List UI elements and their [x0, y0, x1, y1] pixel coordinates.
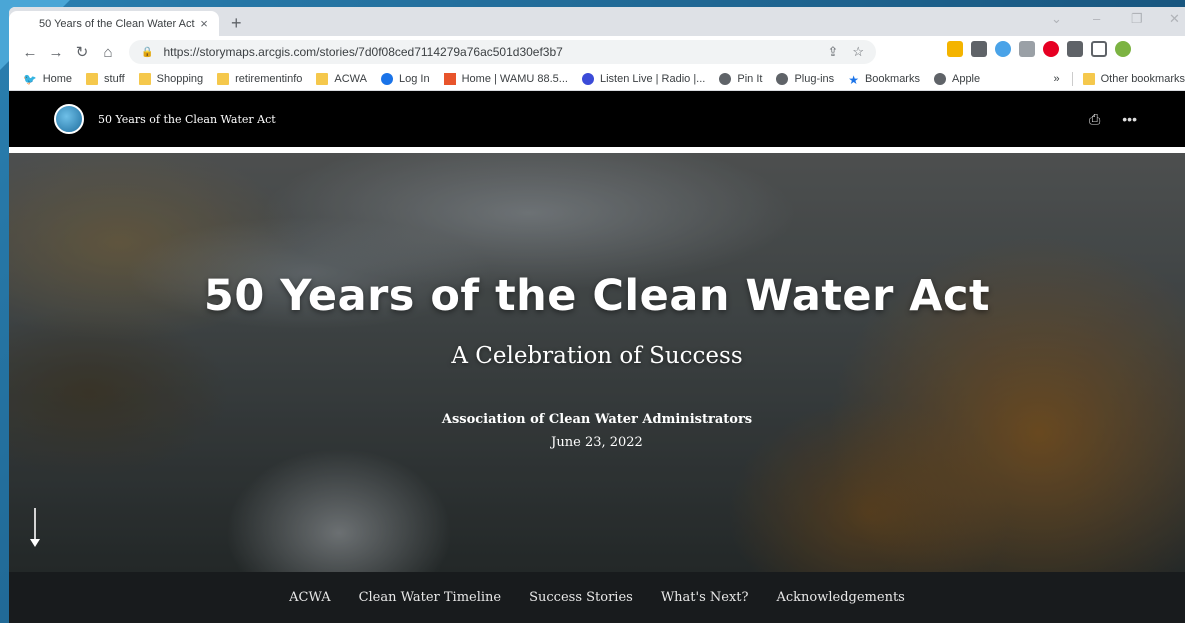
lock-icon: 🔒 — [141, 46, 154, 58]
other-bookmarks[interactable]: Other bookmarks — [1101, 73, 1185, 85]
bookmark-item[interactable]: Apple — [933, 73, 980, 85]
forward-icon[interactable]: → — [43, 44, 69, 61]
globe-icon — [776, 73, 789, 85]
new-tab-button[interactable]: + — [231, 13, 242, 34]
extension-star-icon[interactable] — [947, 41, 963, 57]
address-row: ← → ↻ ⌂ 🔒 https://storymaps.arcgis.com/s… — [9, 36, 1185, 68]
folder-icon — [1082, 73, 1095, 85]
restore-icon[interactable]: ❐ — [1131, 11, 1143, 27]
close-window-icon[interactable]: ✕ — [1169, 11, 1180, 27]
extension-icon[interactable] — [971, 41, 987, 57]
star-icon: ★ — [848, 73, 859, 87]
back-icon[interactable]: ← — [17, 44, 43, 61]
bookmark-folder[interactable]: stuff — [86, 73, 125, 85]
more-options-icon[interactable]: ••• — [1122, 111, 1137, 128]
bookmark-item[interactable]: Listen Live | Radio |... — [581, 73, 705, 85]
bookmark-item[interactable]: ★ Bookmarks — [848, 73, 920, 87]
active-tab[interactable]: 50 Years of the Clean Water Act × — [9, 11, 219, 36]
tab-title: 50 Years of the Clean Water Act — [39, 17, 195, 30]
acwa-logo[interactable] — [54, 104, 84, 134]
bookmarks-bar: 🐦 Home stuff Shopping retirementinfo ACWA… — [9, 68, 1185, 91]
hero-organization: Association of Clean Water Administrator… — [441, 412, 753, 427]
bookmark-item[interactable]: Log In — [381, 73, 430, 85]
share-icon[interactable]: ⎙ — [1089, 111, 1100, 128]
twitter-icon: 🐦 — [23, 74, 37, 86]
folder-icon — [138, 73, 151, 85]
bookmark-folder[interactable]: retirementinfo — [217, 73, 302, 85]
bookmark-folder[interactable]: ACWA — [316, 73, 367, 85]
extensions-row — [947, 41, 1131, 57]
story-header: 50 Years of the Clean Water Act ⎙ ••• — [9, 91, 1185, 147]
bookmark-item[interactable]: Plug-ins — [776, 73, 834, 85]
tab-close-icon[interactable]: × — [195, 16, 213, 31]
hero-subtitle: A Celebration of Success — [451, 343, 743, 369]
hero-date: June 23, 2022 — [551, 435, 643, 450]
bookmark-item[interactable]: 🐦 Home — [23, 73, 72, 86]
folder-icon — [217, 73, 230, 85]
share-page-icon[interactable]: ⇪ — [827, 44, 838, 60]
folder-icon — [316, 73, 329, 85]
tab-search-icon[interactable]: ⌄ — [1051, 11, 1062, 27]
home-icon[interactable]: ⌂ — [95, 44, 121, 61]
hero-title: 50 Years of the Clean Water Act — [203, 271, 991, 321]
nav-item-whats-next[interactable]: What's Next? — [661, 590, 749, 605]
globe-icon — [933, 73, 946, 85]
story-navigation: ACWA Clean Water Timeline Success Storie… — [9, 572, 1185, 623]
bookmark-item[interactable]: Home | WAMU 88.5... — [443, 73, 568, 85]
cloud-extension-icon[interactable] — [995, 41, 1011, 57]
folder-icon — [86, 73, 99, 85]
extension-k-icon[interactable] — [1019, 41, 1035, 57]
wamu-icon — [443, 73, 456, 85]
minimize-icon[interactable]: – — [1093, 11, 1100, 26]
puzzle-icon[interactable] — [1067, 41, 1083, 57]
blue-circle-icon — [381, 73, 393, 85]
tab-strip: 50 Years of the Clean Water Act × + ⌄ – … — [9, 7, 1185, 36]
globe-icon — [719, 73, 732, 85]
sidepanel-icon[interactable] — [1091, 41, 1107, 57]
address-bar[interactable]: 🔒 https://storymaps.arcgis.com/stories/7… — [129, 40, 876, 64]
scroll-down-arrow-icon[interactable] — [29, 508, 41, 548]
pinterest-icon[interactable] — [1043, 41, 1059, 57]
nav-item-success-stories[interactable]: Success Stories — [529, 590, 633, 605]
nav-item-acknowledgements[interactable]: Acknowledgements — [777, 590, 905, 605]
bookmark-item[interactable]: Pin It — [719, 73, 762, 85]
nav-item-acwa[interactable]: ACWA — [289, 590, 330, 605]
browser-window: 50 Years of the Clean Water Act × + ⌄ – … — [9, 7, 1185, 623]
bookmarks-overflow-icon[interactable]: » — [1054, 73, 1060, 85]
story-header-title[interactable]: 50 Years of the Clean Water Act — [98, 113, 276, 126]
radio-icon — [581, 73, 594, 85]
hero-cover-image: 50 Years of the Clean Water Act A Celebr… — [9, 153, 1185, 572]
bookmark-folder[interactable]: Shopping — [138, 73, 203, 85]
divider — [1071, 72, 1073, 86]
url-text: https://storymaps.arcgis.com/stories/7d0… — [163, 45, 563, 59]
reload-icon[interactable]: ↻ — [69, 43, 95, 61]
avatar[interactable] — [1115, 41, 1131, 57]
nav-item-timeline[interactable]: Clean Water Timeline — [359, 590, 502, 605]
bookmark-star-icon[interactable]: ☆ — [852, 44, 864, 60]
